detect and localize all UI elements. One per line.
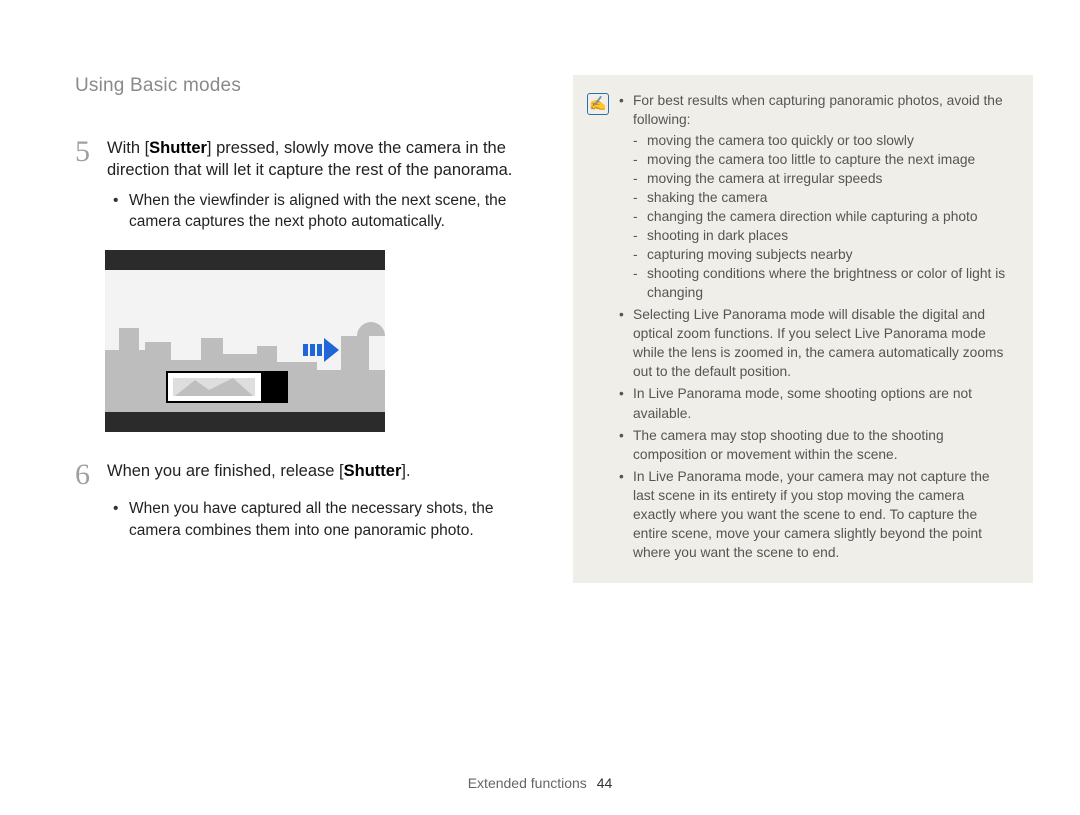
footer-section: Extended functions [468,775,587,791]
step-body: When you are finished, release [Shutter]… [107,460,545,490]
step-5: 5 With [Shutter] pressed, slowly move th… [75,137,545,182]
list-item: Selecting Live Panorama mode will disabl… [619,305,1011,381]
list-item: moving the camera at irregular speeds [633,169,1011,188]
step-sub-bullets: When the viewfinder is aligned with the … [113,190,545,233]
step-sub-bullets: When you have captured all the necessary… [113,498,545,541]
section-header: Using Basic modes [75,75,545,97]
viewfinder-illustration [105,250,385,432]
list-item: moving the camera too quickly or too slo… [633,131,1011,150]
list-item: When you have captured all the necessary… [113,498,545,541]
list-item: shooting conditions where the brightness… [633,264,1011,302]
page-footer: Extended functions 44 [0,775,1080,791]
list-item: capturing moving subjects nearby [633,245,1011,264]
list-item: shaking the camera [633,188,1011,207]
list-item: In Live Panorama mode, some shooting opt… [619,384,1011,422]
note-box: ✍ For best results when capturing panora… [573,75,1033,583]
list-item: changing the camera direction while capt… [633,207,1011,226]
page-number: 44 [597,775,613,791]
list-item: When the viewfinder is aligned with the … [113,190,545,233]
step-number: 5 [75,137,95,182]
step-number: 6 [75,460,95,490]
list-item: In Live Panorama mode, your camera may n… [619,467,1011,562]
note-icon: ✍ [587,93,609,115]
step-body: With [Shutter] pressed, slowly move the … [107,137,545,182]
note-intro: For best results when capturing panorami… [619,91,1011,302]
step-6: 6 When you are finished, release [Shutte… [75,460,545,490]
list-item: shooting in dark places [633,226,1011,245]
list-item: The camera may stop shooting due to the … [619,426,1011,464]
list-item: moving the camera too little to capture … [633,150,1011,169]
